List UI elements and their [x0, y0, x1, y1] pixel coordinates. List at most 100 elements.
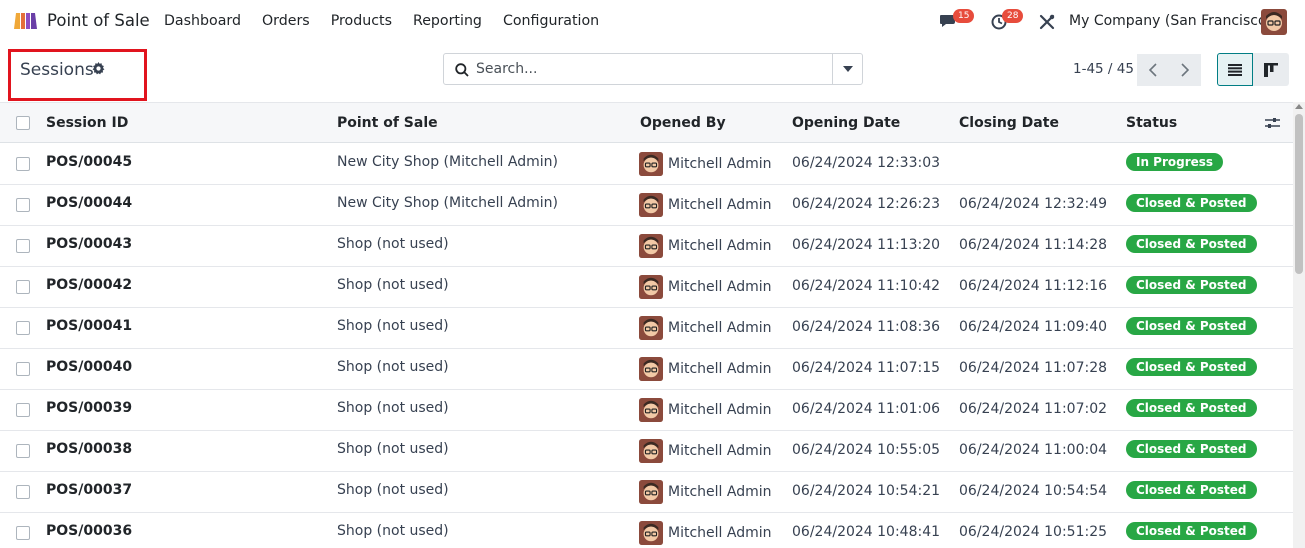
menu-item-orders[interactable]: Orders — [262, 13, 310, 29]
pager-next-button[interactable] — [1169, 54, 1201, 86]
cell-closing-date: 06/24/2024 11:14:28 — [959, 237, 1108, 253]
cell-opened-by[interactable]: Mitchell Admin — [668, 279, 772, 295]
table-row[interactable]: POS/00042 Shop (not used) Mitchell Admin 06… — [0, 267, 1293, 308]
cell-closing-date: 06/24/2024 10:51:25 — [959, 524, 1108, 540]
cell-opened-by[interactable]: Mitchell Admin — [668, 402, 772, 418]
pager-previous-button[interactable] — [1137, 54, 1169, 86]
row-checkbox[interactable] — [16, 157, 30, 171]
row-checkbox[interactable] — [16, 198, 30, 212]
cell-session-id: POS/00041 — [46, 318, 133, 334]
cell-session-id: POS/00038 — [46, 441, 133, 457]
table-row[interactable]: POS/00039 Shop (not used) Mitchell Admin 06… — [0, 390, 1293, 431]
column-header-opening-date[interactable]: Opening Date — [792, 115, 900, 131]
status-badge: Closed & Posted — [1126, 399, 1257, 417]
search-icon — [455, 63, 469, 81]
table-header: Session ID Point of Sale Opened By Openi… — [0, 103, 1293, 143]
row-checkbox[interactable] — [16, 362, 30, 376]
vertical-scrollbar[interactable] — [1293, 102, 1305, 548]
cell-opened-by[interactable]: Mitchell Admin — [668, 156, 772, 172]
status-badge: Closed & Posted — [1126, 440, 1257, 458]
optional-columns-icon[interactable] — [1265, 116, 1280, 134]
scroll-up-icon[interactable] — [1295, 104, 1303, 109]
cell-point-of-sale: New City Shop (Mitchell Admin) — [337, 195, 558, 211]
row-checkbox[interactable] — [16, 280, 30, 294]
cell-closing-date: 06/24/2024 11:07:02 — [959, 401, 1108, 417]
row-checkbox[interactable] — [16, 526, 30, 540]
list-icon — [1228, 63, 1242, 76]
user-avatar-icon — [639, 357, 663, 381]
cell-opened-by[interactable]: Mitchell Admin — [668, 238, 772, 254]
status-badge: Closed & Posted — [1126, 358, 1257, 376]
kanban-view-button[interactable] — [1253, 53, 1289, 86]
status-badge: Closed & Posted — [1126, 522, 1257, 540]
cell-session-id: POS/00037 — [46, 482, 133, 498]
user-avatar-icon — [639, 521, 663, 545]
cell-opened-by[interactable]: Mitchell Admin — [668, 197, 772, 213]
cell-opening-date: 06/24/2024 10:55:05 — [792, 442, 941, 458]
menu-item-reporting[interactable]: Reporting — [413, 13, 482, 29]
row-checkbox[interactable] — [16, 239, 30, 253]
search-input[interactable] — [476, 58, 856, 80]
cell-opened-by[interactable]: Mitchell Admin — [668, 484, 772, 500]
row-checkbox[interactable] — [16, 321, 30, 335]
table-row[interactable]: POS/00045 New City Shop (Mitchell Admin) M… — [0, 144, 1293, 185]
scrollbar-thumb[interactable] — [1295, 114, 1303, 274]
cell-closing-date: 06/24/2024 11:07:28 — [959, 360, 1108, 376]
kanban-icon — [1264, 62, 1278, 77]
cell-opening-date: 06/24/2024 10:48:41 — [792, 524, 941, 540]
cell-session-id: POS/00039 — [46, 400, 133, 416]
row-checkbox[interactable] — [16, 444, 30, 458]
caret-down-icon — [842, 66, 853, 72]
cell-opening-date: 06/24/2024 11:08:36 — [792, 319, 941, 335]
cell-opening-date: 06/24/2024 12:33:03 — [792, 155, 941, 171]
cell-session-id: POS/00045 — [46, 154, 133, 170]
user-avatar-icon — [639, 480, 663, 504]
table-row[interactable]: POS/00043 Shop (not used) Mitchell Admin 06… — [0, 226, 1293, 267]
table-row[interactable]: POS/00044 New City Shop (Mitchell Admin) M… — [0, 185, 1293, 226]
menu-item-configuration[interactable]: Configuration — [503, 13, 599, 29]
select-all-checkbox[interactable] — [16, 116, 30, 130]
user-avatar-icon — [639, 275, 663, 299]
column-header-opened-by[interactable]: Opened By — [640, 115, 726, 131]
cell-opened-by[interactable]: Mitchell Admin — [668, 525, 772, 541]
row-checkbox[interactable] — [16, 403, 30, 417]
sessions-table: Session ID Point of Sale Opened By Openi… — [0, 102, 1293, 548]
cell-session-id: POS/00042 — [46, 277, 133, 293]
user-avatar-icon — [639, 152, 663, 176]
row-checkbox[interactable] — [16, 485, 30, 499]
cell-point-of-sale: Shop (not used) — [337, 359, 449, 375]
cell-point-of-sale: Shop (not used) — [337, 277, 449, 293]
column-header-closing-date[interactable]: Closing Date — [959, 115, 1059, 131]
user-avatar[interactable] — [1261, 9, 1287, 35]
menu-item-dashboard[interactable]: Dashboard — [164, 13, 241, 29]
cell-closing-date: 06/24/2024 11:12:16 — [959, 278, 1108, 294]
table-row[interactable]: POS/00037 Shop (not used) Mitchell Admin 06… — [0, 472, 1293, 513]
status-badge: Closed & Posted — [1126, 276, 1257, 294]
column-header-point-of-sale[interactable]: Point of Sale — [337, 115, 438, 131]
cell-opened-by[interactable]: Mitchell Admin — [668, 320, 772, 336]
table-row[interactable]: POS/00041 Shop (not used) Mitchell Admin 06… — [0, 308, 1293, 349]
tools-icon[interactable] — [1038, 13, 1056, 35]
cell-session-id: POS/00036 — [46, 523, 133, 539]
cell-point-of-sale: Shop (not used) — [337, 523, 449, 539]
app-name[interactable]: Point of Sale — [47, 11, 150, 30]
cell-closing-date: 06/24/2024 11:00:04 — [959, 442, 1108, 458]
column-header-session-id[interactable]: Session ID — [46, 115, 128, 131]
search-options-toggle[interactable] — [832, 54, 862, 84]
table-row[interactable]: POS/00040 Shop (not used) Mitchell Admin 06… — [0, 349, 1293, 390]
table-row[interactable]: POS/00036 Shop (not used) Mitchell Admin 06… — [0, 513, 1293, 548]
cell-opened-by[interactable]: Mitchell Admin — [668, 443, 772, 459]
gear-icon[interactable] — [92, 62, 105, 79]
table-row[interactable]: POS/00038 Shop (not used) Mitchell Admin 06… — [0, 431, 1293, 472]
pos-app-icon[interactable] — [12, 11, 38, 31]
user-avatar-icon — [639, 439, 663, 463]
column-header-status[interactable]: Status — [1126, 115, 1177, 131]
cell-opened-by[interactable]: Mitchell Admin — [668, 361, 772, 377]
list-view-button[interactable] — [1217, 53, 1253, 86]
cell-closing-date: 06/24/2024 11:09:40 — [959, 319, 1108, 335]
user-avatar-icon — [639, 193, 663, 217]
user-avatar-icon — [639, 398, 663, 422]
company-switcher[interactable]: My Company (San Francisco) — [1069, 13, 1272, 29]
pager-value[interactable]: 1-45 / 45 — [1073, 61, 1134, 77]
menu-item-products[interactable]: Products — [331, 13, 392, 29]
